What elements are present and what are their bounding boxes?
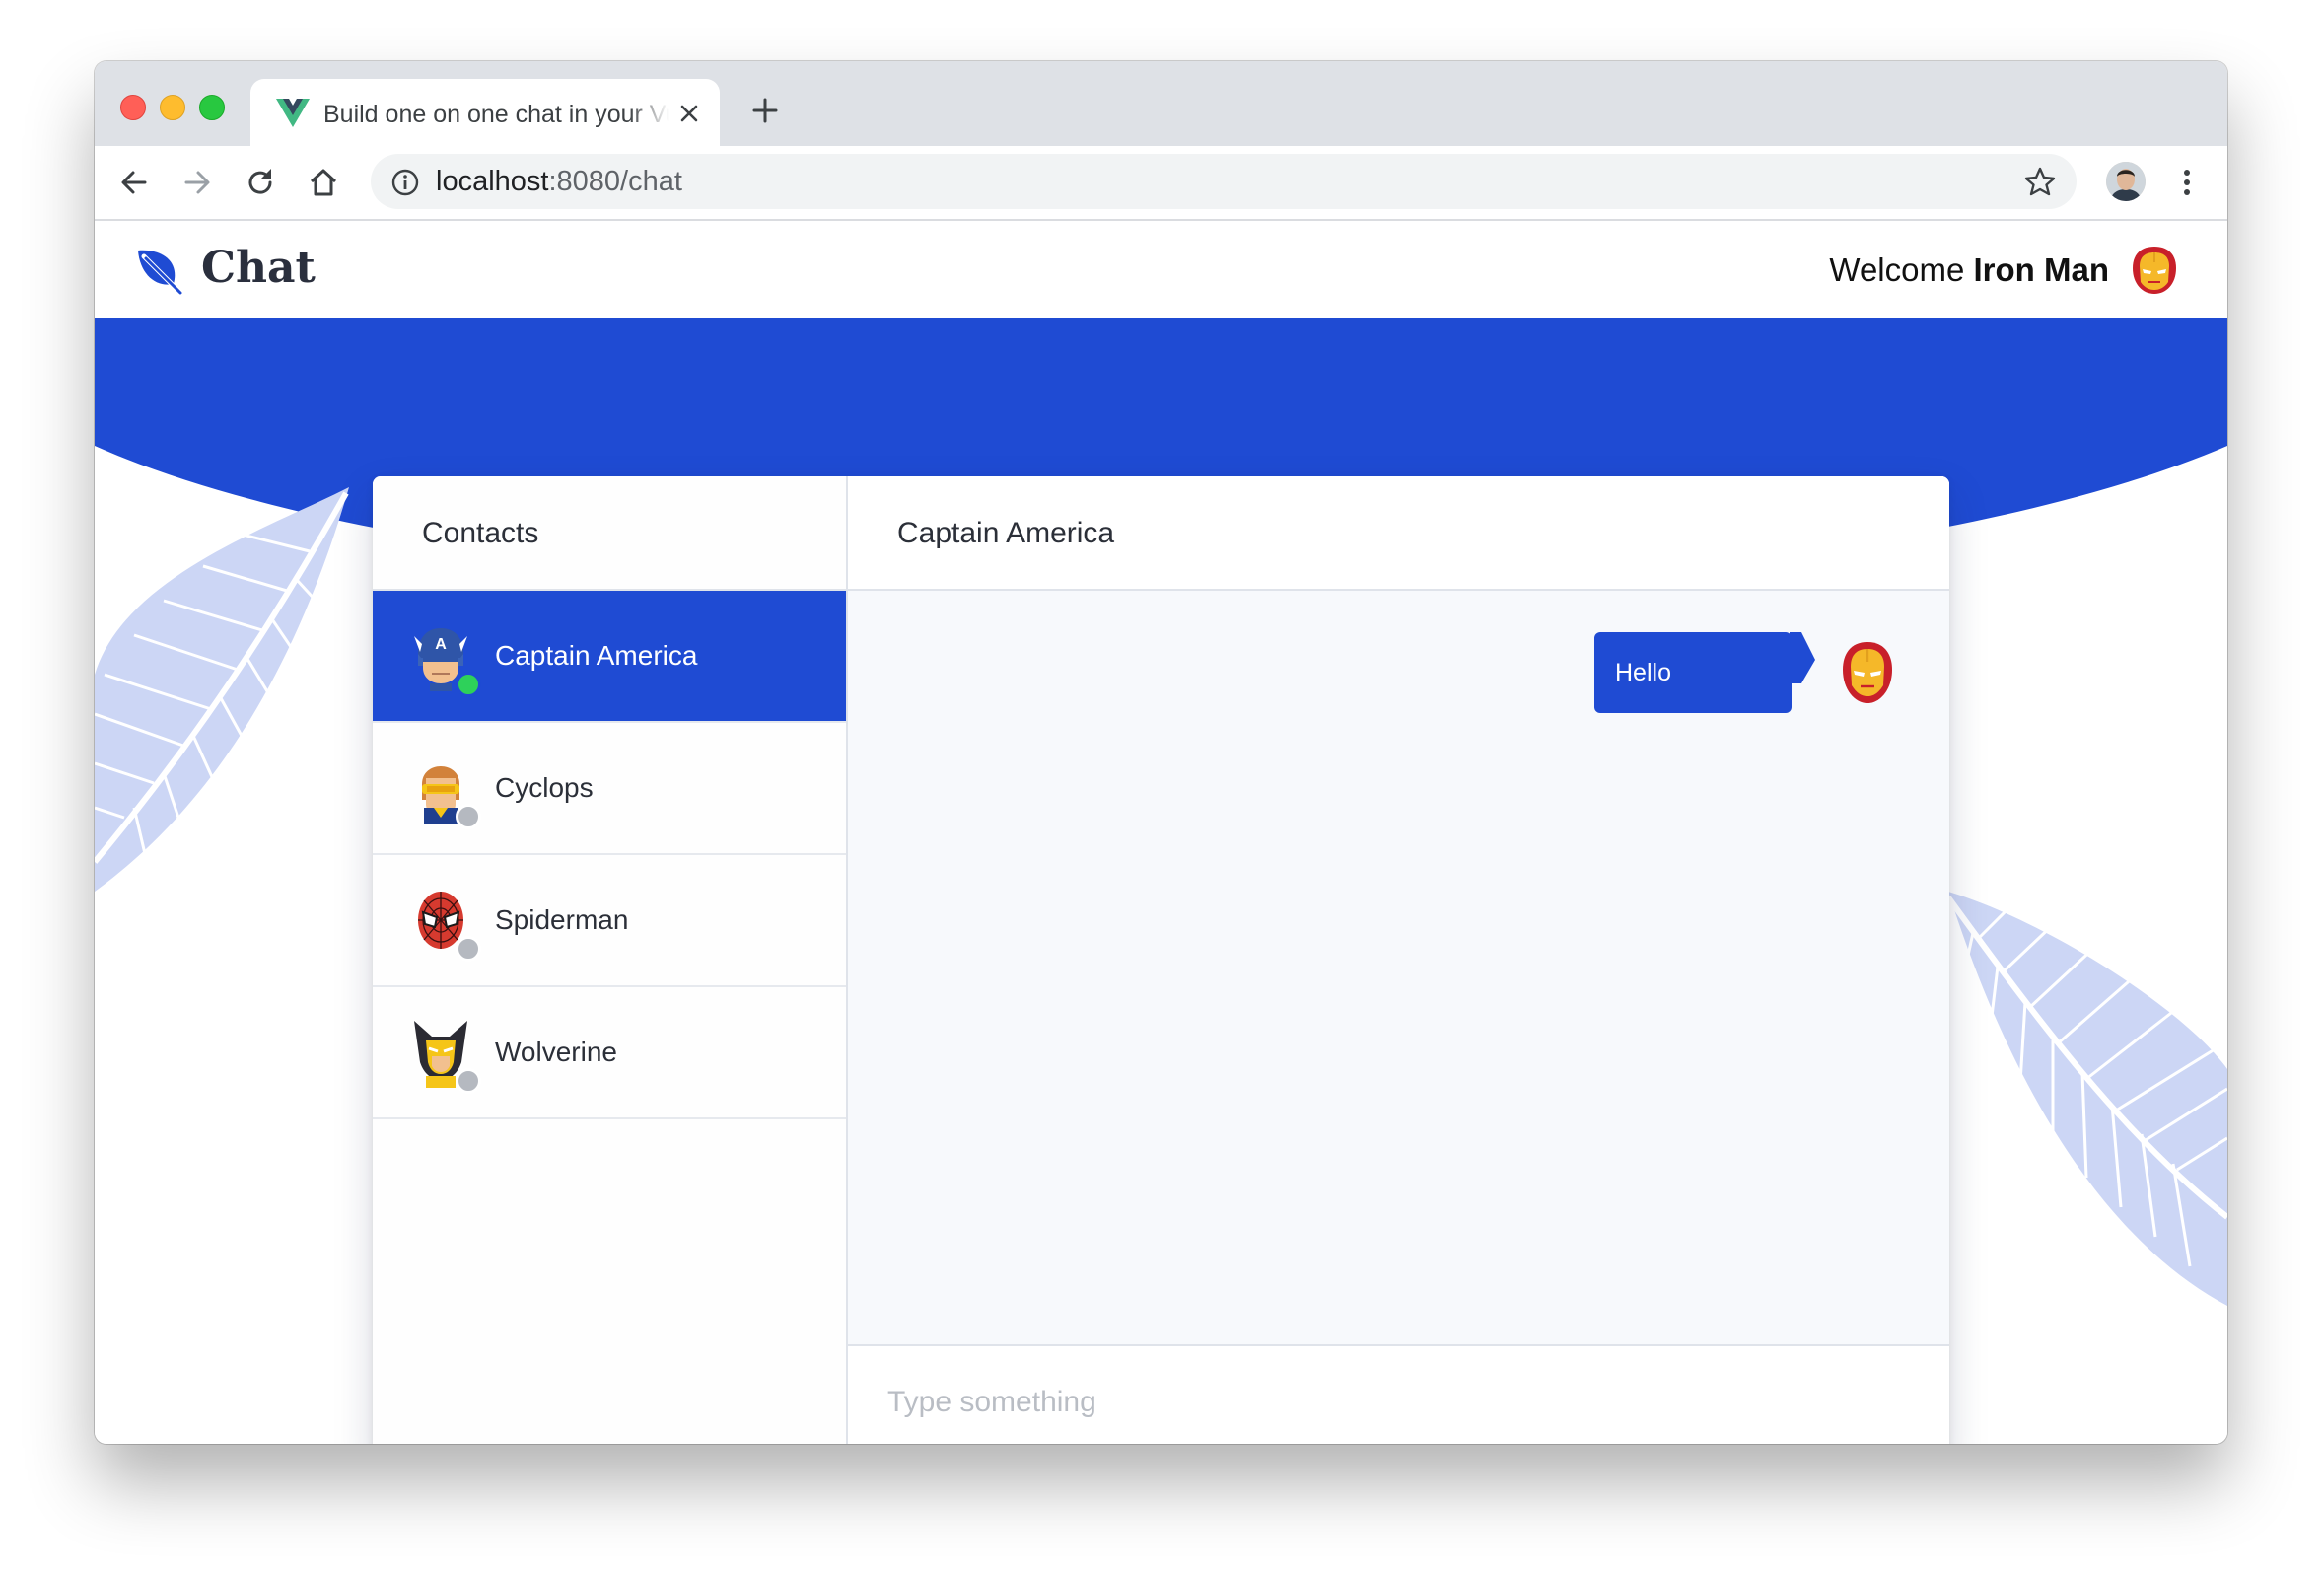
contacts-panel: Contacts A Captain America Cyclops Spide… [373,476,848,1444]
url-host: localhost [436,166,549,197]
more-menu-icon[interactable] [2169,165,2205,200]
app-header: Chat Welcome Iron Man [95,221,2227,318]
maximize-window-button[interactable] [199,95,225,120]
svg-text:A: A [435,636,447,653]
online-status-indicator [456,672,481,697]
leaf-logo-icon [138,250,184,296]
current-username: Iron Man [1973,251,2110,288]
browser-tab[interactable]: Build one on one chat in your Vue app [250,79,720,146]
chat-card: Contacts A Captain America Cyclops Spide… [373,476,1949,1444]
vue-logo-icon [276,99,310,127]
offline-status-indicator [456,936,481,962]
profile-photo-icon [2106,162,2146,201]
forward-arrow-icon[interactable] [179,165,215,200]
minimize-window-button[interactable] [160,95,185,120]
brand-name: Chat [201,243,316,293]
address-bar[interactable]: localhost:8080/chat [371,154,2077,209]
url-path: :8080/chat [548,166,682,197]
new-tab-icon[interactable] [749,95,781,126]
contact-item-cyclops[interactable]: Cyclops [373,723,846,855]
browser-window: Build one on one chat in your Vue app [95,61,2227,1444]
contact-name: Wolverine [495,1037,617,1067]
message-bubble-tail [1790,632,1815,683]
contact-item-captain-america[interactable]: A Captain America [373,591,846,723]
decorative-leaf-left [95,487,349,893]
iron-man-avatar-icon [1843,642,1892,703]
welcome-message: Welcome Iron Man [1829,249,2109,292]
tab-strip: Build one on one chat in your Vue app [95,61,2227,146]
app-page: Chat Welcome Iron Man Contacts A Captain… [95,221,2227,1444]
decorative-leaf-right [1948,892,2227,1306]
close-tab-icon[interactable] [676,101,702,126]
site-info-icon[interactable] [390,168,420,197]
contact-item-spiderman[interactable]: Spiderman [373,855,846,987]
contact-item-wolverine[interactable]: Wolverine [373,987,846,1119]
contact-name: Cyclops [495,772,594,803]
contacts-header: Contacts [373,476,846,591]
contact-name: Spiderman [495,904,629,935]
iron-man-avatar-icon [2133,247,2176,294]
offline-status-indicator [456,1068,481,1094]
conversation-panel: Captain America Hello [848,476,1949,1444]
home-icon[interactable] [306,165,341,200]
welcome-prefix: Welcome [1829,251,1974,288]
browser-toolbar: localhost:8080/chat [95,146,2227,221]
contact-name: Captain America [495,640,698,671]
back-arrow-icon[interactable] [116,165,152,200]
message-input[interactable] [885,1372,1915,1433]
reload-icon[interactable] [243,165,278,200]
tab-title: Build one on one chat in your Vue app [323,99,669,130]
conversation-header: Captain America [848,476,1949,591]
offline-status-indicator [456,804,481,829]
message-composer [848,1344,1949,1444]
url-text[interactable]: localhost:8080/chat [436,164,682,199]
profile-avatar[interactable] [2106,162,2146,201]
bookmark-star-icon[interactable] [2023,165,2057,198]
message-bubble-sent: Hello [1594,632,1792,713]
close-window-button[interactable] [120,95,146,120]
